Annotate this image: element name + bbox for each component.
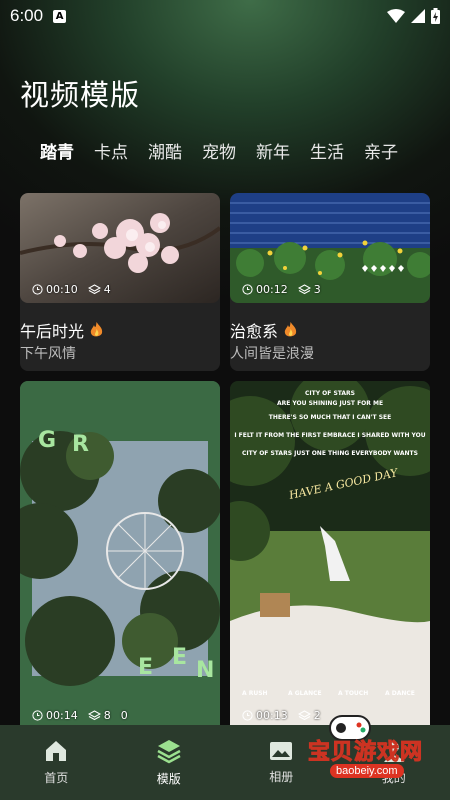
card-title-text: 午后时光 <box>20 322 85 341</box>
card-title: 午后时光 <box>20 318 103 342</box>
template-card[interactable]: G R E E N 00:14 8 0 <box>20 381 220 733</box>
battery-icon <box>431 8 440 24</box>
layers-icon <box>297 283 311 294</box>
signal-icon <box>411 9 425 23</box>
template-card[interactable]: CITY OF STARS ARE YOU SHINING JUST FOR M… <box>230 381 430 733</box>
tab-chongwu[interactable]: 宠物 <box>202 138 236 163</box>
duration-label: 00:10 <box>46 282 78 296</box>
fire-icon <box>284 322 297 337</box>
poster-letter: E <box>138 655 153 680</box>
watermark: 宝贝游戏网 baobeiy.com <box>268 710 448 790</box>
poster-caption: A TOUCH <box>338 690 368 697</box>
picnic-poster-thumbnail: CITY OF STARS ARE YOU SHINING JUST FOR M… <box>230 381 430 733</box>
card-subtitle: 下午风情 <box>20 346 76 362</box>
layers-icon <box>157 740 181 764</box>
category-tabs: 踏青 卡点 潮酷 宠物 新年 生活 亲子 <box>40 138 418 163</box>
tab-kadian[interactable]: 卡点 <box>94 138 128 163</box>
duration-label: 00:14 <box>46 708 78 722</box>
card-title: 治愈系 <box>230 318 297 342</box>
cherry-blossom-thumbnail: 00:10 4 <box>20 193 220 303</box>
notification-icon: A <box>53 9 67 23</box>
clock-icon <box>242 283 253 295</box>
clock-icon <box>32 709 43 721</box>
poster-lyric: THERE'S SO MUCH THAT I CAN'T SEE <box>269 414 391 421</box>
wifi-icon <box>387 9 405 23</box>
extra-count: 0 <box>120 708 128 722</box>
tab-taqing[interactable]: 踏青 <box>40 138 74 163</box>
card-title-text: 治愈系 <box>230 322 279 341</box>
layers-icon <box>87 283 101 294</box>
clock-icon <box>32 283 43 295</box>
nav-home[interactable]: 首页 <box>0 725 113 800</box>
status-time: 6:00 <box>10 6 44 25</box>
card-meta: 00:10 4 <box>20 275 220 303</box>
poster-lyric: CITY OF STARS <box>305 390 355 397</box>
clock-icon <box>242 709 253 721</box>
poster-lyric: CITY OF STARS JUST ONE THING EVERYBODY W… <box>242 450 418 457</box>
status-icons <box>387 8 440 24</box>
poster-letter: E <box>172 645 187 670</box>
tab-shenghuo[interactable]: 生活 <box>310 138 344 163</box>
green-poster-thumbnail: G R E E N <box>20 381 220 733</box>
layer-count: 3 <box>313 282 321 296</box>
tab-qinzi[interactable]: 亲子 <box>364 138 398 163</box>
nav-templates[interactable]: 模版 <box>113 725 226 800</box>
poster-lyric: ARE YOU SHINING JUST FOR ME <box>277 400 383 407</box>
card-subtitle: 人间皆是浪漫 <box>230 346 314 362</box>
poster-letter: G <box>38 428 56 453</box>
layer-count: 8 <box>103 708 111 722</box>
tab-xinnian[interactable]: 新年 <box>256 138 290 163</box>
page-title: 视频模版 <box>20 78 141 112</box>
watermark-url: baobeiy.com <box>330 764 404 778</box>
seaside-flowers-thumbnail: 00:12 3 <box>230 193 430 303</box>
poster-caption: A GLANCE <box>288 690 322 697</box>
poster-letter: N <box>196 658 214 683</box>
home-icon <box>46 741 67 761</box>
poster-letter: R <box>72 432 89 457</box>
poster-lyric: I FELT IT FROM THE FIRST EMBRACE I SHARE… <box>234 432 425 439</box>
layer-count: 4 <box>103 282 111 296</box>
card-meta: 00:12 3 <box>230 275 430 303</box>
nav-home-label: 首页 <box>44 771 69 785</box>
poster-caption: A RUSH <box>242 690 268 697</box>
watermark-text: 宝贝游戏网 <box>307 740 424 766</box>
fire-icon <box>90 322 103 337</box>
poster-caption: A DANCE <box>385 690 415 697</box>
duration-label: 00:12 <box>256 282 288 296</box>
layers-icon <box>87 709 101 720</box>
status-bar: 6:00 A <box>0 0 450 32</box>
tab-chaoku[interactable]: 潮酷 <box>148 138 182 163</box>
nav-templates-label: 模版 <box>156 772 181 786</box>
